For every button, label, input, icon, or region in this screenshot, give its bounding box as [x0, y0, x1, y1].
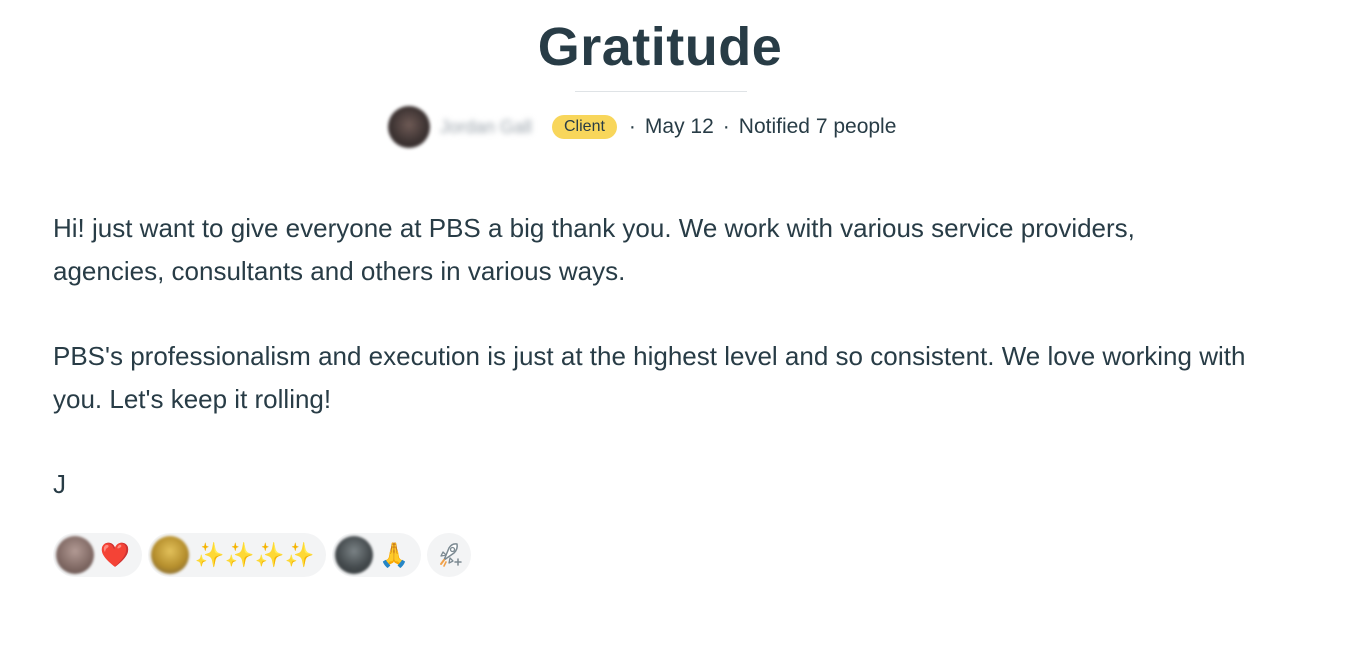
message-body: Hi! just want to give everyone at PBS a … [53, 207, 1253, 506]
post-meta: Jordan Gall Client · May 12 · Notified 7… [388, 105, 896, 149]
message-paragraph: PBS's professionalism and execution is j… [53, 341, 1246, 414]
reaction-sparkles[interactable]: ✨✨✨✨ [147, 533, 327, 577]
reactor-avatar [56, 536, 94, 574]
rocket-add-reaction-icon [440, 543, 463, 567]
sparkles-icon: ✨✨✨✨ [194, 541, 315, 569]
client-badge: Client [552, 115, 617, 139]
notified-count[interactable]: Notified 7 people [739, 115, 897, 139]
post-date[interactable]: May 12 [645, 115, 714, 139]
meta-separator: · [628, 115, 636, 138]
heart-icon: ❤️ [100, 541, 130, 569]
reaction-folded-hands[interactable]: 🙏 [332, 533, 422, 577]
message-paragraph: Hi! just want to give everyone at PBS a … [53, 213, 1135, 286]
meta-separator: · [722, 115, 730, 138]
page-title: Gratitude [537, 17, 783, 77]
folded-hands-icon: 🙏 [379, 541, 410, 569]
reaction-heart[interactable]: ❤️ [53, 533, 142, 577]
author-avatar[interactable] [388, 106, 430, 148]
reactor-avatar [335, 536, 374, 574]
message-page: Gratitude Jordan Gall Client · May 12 · … [0, 0, 1350, 657]
add-reaction-button[interactable] [427, 533, 472, 577]
reactions-bar: ❤️ ✨✨✨✨ 🙏 [53, 533, 472, 577]
title-divider [575, 91, 747, 92]
author-name[interactable]: Jordan Gall [440, 118, 558, 136]
reactor-avatar [150, 536, 189, 574]
message-signature: J [53, 469, 66, 499]
